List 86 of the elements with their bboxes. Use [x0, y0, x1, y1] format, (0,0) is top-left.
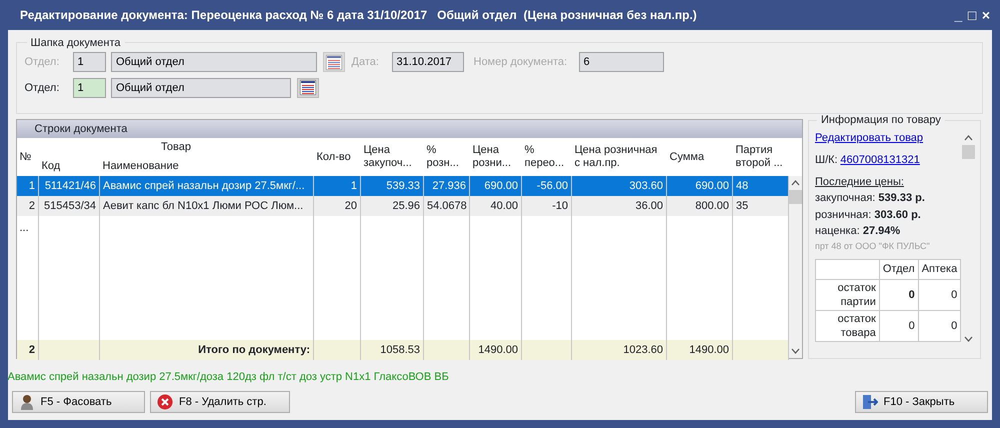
scrollbar[interactable]: [789, 176, 802, 358]
delete-icon: [157, 394, 173, 410]
table-cell: 1490.00: [666, 340, 732, 360]
table-cell: 1023.60: [572, 340, 666, 360]
column-header[interactable]: Сумма: [666, 138, 732, 176]
group-title: Информация по товару: [820, 113, 942, 127]
column-header[interactable]: % розн...: [424, 138, 470, 176]
table-cell: 20: [314, 196, 360, 216]
note-text: прт 48 от ООО "ФК ПУЛЬС": [815, 240, 931, 253]
table-cell: 303.60: [572, 176, 666, 196]
table-cell: 515453/34: [38, 196, 100, 216]
column-header[interactable]: Цена розничная с нал.пр.: [572, 138, 666, 176]
table-cell: -56.00: [522, 176, 572, 196]
person-icon: [18, 394, 34, 410]
table-cell: 2: [16, 196, 38, 216]
scroll-up-icon[interactable]: [791, 180, 800, 186]
table-cell: 539.33: [360, 176, 424, 196]
pack-button[interactable]: F5 - Фасовать: [12, 391, 144, 413]
table-row[interactable]: 2 515453/34 Аевит капс бл N10x1 Люми РОС Люм... 20 25.96 54.0678 40.00 -10 36.00 800.00 35: [16, 196, 788, 216]
table-cell: 36.00: [572, 196, 666, 216]
close-button[interactable]: ×: [982, 8, 990, 22]
scroll-thumb[interactable]: [962, 145, 976, 159]
scroll-up-icon[interactable]: [964, 135, 974, 141]
column-header: Отдел: [879, 259, 918, 280]
window-title: Редактирование документа: Переоценка расход № 6 дата 31/10/2017 Общий отдел (Цена розничная без нал.пр.): [20, 7, 697, 24]
table-cell: 35: [732, 196, 788, 216]
field-label: Отдел:: [24, 80, 60, 96]
input-field[interactable]: Общий отдел: [111, 78, 291, 98]
column-header[interactable]: №: [16, 138, 38, 176]
price-line: наценка: 27.94%: [815, 224, 902, 240]
table-cell: 1490.00: [470, 340, 522, 360]
table-cell: 800.00: [666, 196, 732, 216]
column-header[interactable]: % перео...: [522, 138, 572, 176]
table-cell: 54.0678: [424, 196, 470, 216]
column-header[interactable]: Кол-во: [314, 138, 360, 176]
table-cell: Итого по документу:: [100, 340, 314, 360]
table-cell: -10: [522, 196, 572, 216]
table-cell: Авамис спрей назальн дозир 27.5мкг/...: [100, 176, 314, 196]
close-button[interactable]: F10 - Закрыть: [854, 391, 988, 413]
column-header[interactable]: Код: [38, 157, 100, 176]
table-cell: 511421/46: [38, 176, 100, 196]
table-cell: Аевит капс бл N10x1 Люми РОС Люм...: [100, 196, 314, 216]
scroll-down-icon[interactable]: [791, 348, 800, 354]
table-cell: 0: [879, 310, 918, 342]
field-label: Номер документа:: [474, 55, 568, 70]
exit-icon: [862, 394, 878, 410]
column-header: Аптека: [918, 259, 961, 280]
column-header[interactable]: Наименование: [100, 157, 314, 176]
column-header[interactable]: Цена закупоч...: [360, 138, 424, 176]
table-cell: 2: [16, 340, 38, 360]
table-cell: 690.00: [666, 176, 732, 196]
scroll-down-icon[interactable]: [964, 336, 974, 342]
table-cell: 1: [314, 176, 360, 196]
table-row[interactable]: 1 511421/46 Авамис спрей назальн дозир 27.5мкг/... 1 539.33 27.936 690.00 -56.00 303.60 690.00 48: [16, 176, 788, 196]
list-icon: [326, 54, 342, 70]
table-cell: 1058.53: [360, 340, 424, 360]
input-field[interactable]: 1: [72, 78, 106, 98]
price-line: закупочная: 539.33 р.: [815, 191, 926, 206]
row-header: остаток товара: [816, 310, 880, 342]
delete-button[interactable]: F8 - Удалить стр.: [150, 391, 290, 413]
prices-title: Последние цены:: [815, 174, 905, 190]
group-header: Товар: [160, 140, 192, 155]
table-cell: 48: [732, 176, 788, 196]
minimize-button[interactable]: _: [954, 8, 962, 22]
field-label: Дата:: [352, 55, 380, 70]
maximize-button[interactable]: □: [968, 8, 976, 22]
barcode-link[interactable]: 4607008131321: [840, 152, 920, 168]
barcode-label: Ш/К:: [815, 152, 838, 168]
table-cell: 1: [16, 176, 38, 196]
column-header[interactable]: Цена розни...: [470, 138, 522, 176]
table-cell: 27.936: [424, 176, 470, 196]
price-line: розничная: 303.60 р.: [815, 208, 922, 223]
group-title: Шапка документа: [30, 36, 122, 50]
lookup-button[interactable]: [322, 52, 344, 72]
column-header[interactable]: Партия второй ...: [732, 138, 788, 176]
lookup-button[interactable]: [296, 78, 318, 98]
table-cell: 690.00: [470, 176, 522, 196]
table-cell: 25.96: [360, 196, 424, 216]
table-cell: ...: [16, 216, 38, 236]
scroll-thumb[interactable]: [789, 190, 802, 204]
table-cell: 40.00: [470, 196, 522, 216]
edit-link[interactable]: Редактировать товар: [815, 130, 924, 146]
panel-title: Строки документа: [16, 120, 802, 138]
table-cell: 0: [879, 279, 918, 310]
field-label: Отдел:: [24, 55, 60, 70]
list-icon: [300, 80, 316, 96]
